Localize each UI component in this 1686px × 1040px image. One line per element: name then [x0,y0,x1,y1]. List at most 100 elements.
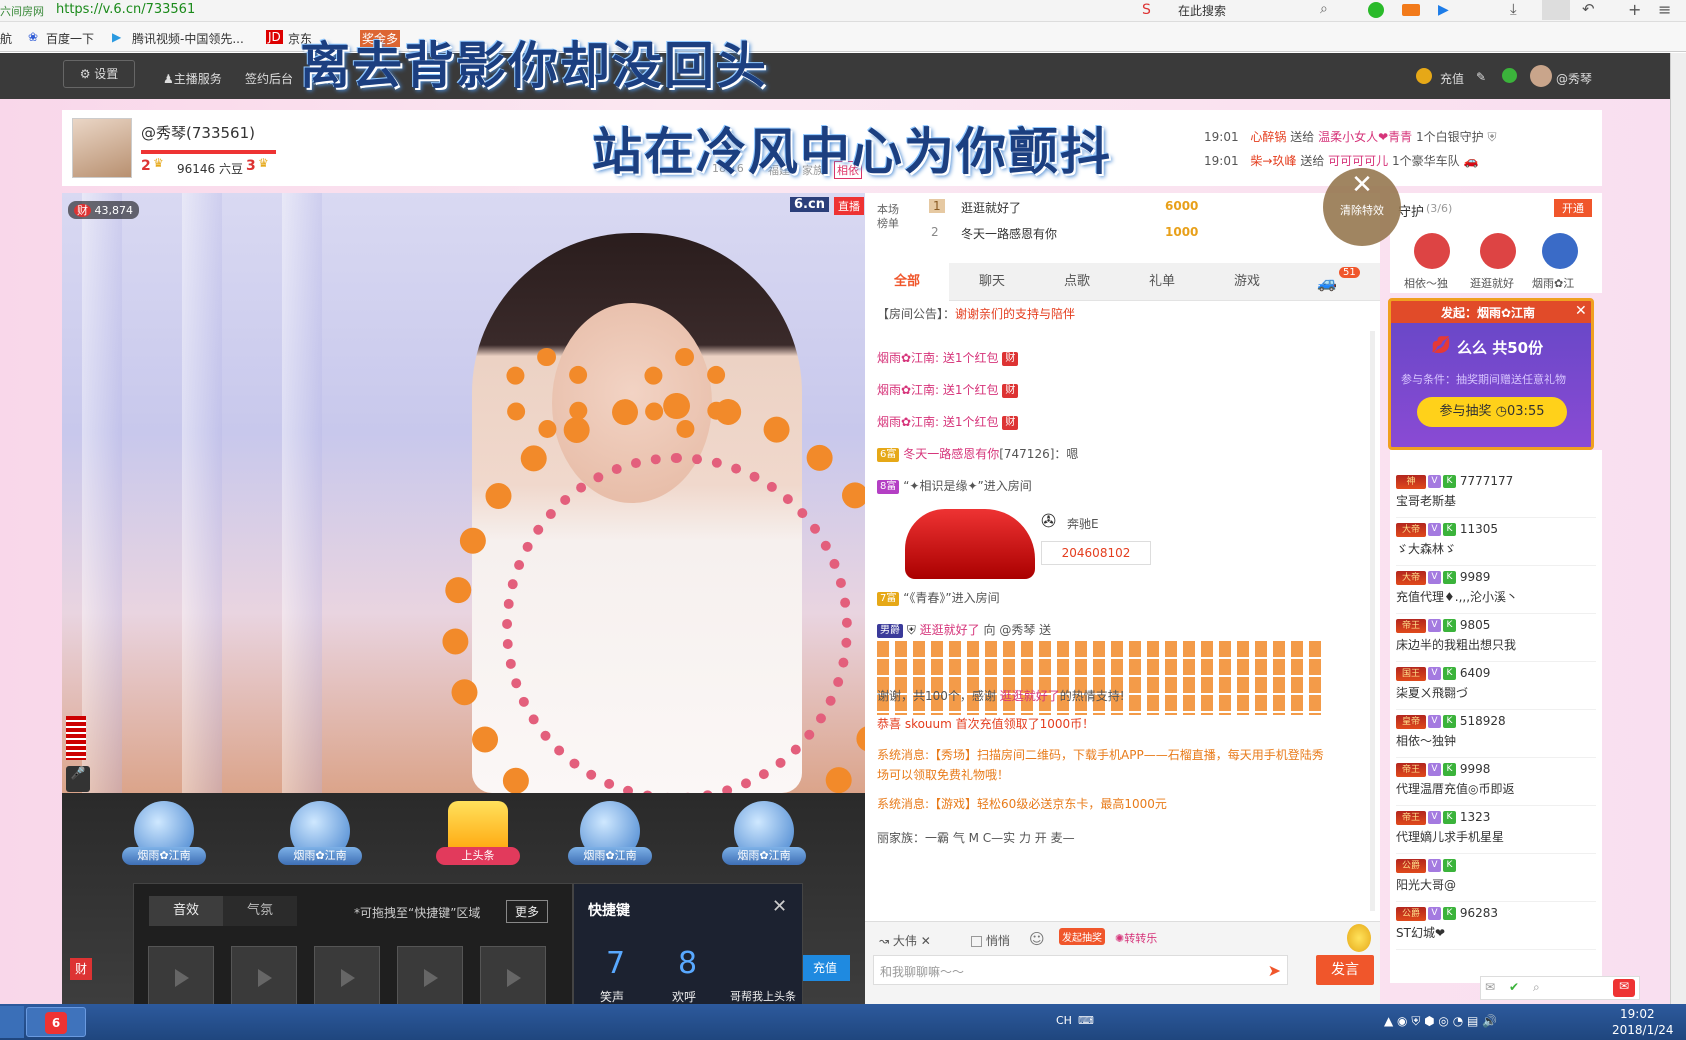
close-icon[interactable]: ✕ [921,934,931,948]
shortcut-key[interactable]: 7 [606,946,625,981]
viewer-row[interactable]: 帝王 V K 9998 代理温厝充值◎币即返 [1396,758,1596,806]
ime-icon[interactable]: ⌨ [1078,1014,1094,1027]
bookmark-item[interactable]: 腾讯视频-中国领先... [132,30,244,47]
target-user[interactable]: ↝ 大伟 ✕ [879,932,931,949]
viewer-row[interactable]: 帝王 V K 1323 代理嫡儿求手机星星 [1396,806,1596,854]
microphone-icon[interactable]: 🎤 [66,766,90,792]
viewer-row[interactable]: 皇帝 V K 518928 相依～独钟 [1396,710,1596,758]
viewer-row[interactable]: 公爵 V K 阳光大哥@ [1396,854,1596,902]
tab-chat[interactable]: 聊天 [950,263,1034,301]
gift-item[interactable]: 烟雨✿江南 [116,801,212,865]
tab-sound-effects[interactable]: 音效 [149,896,223,926]
gift-item[interactable]: 烟雨✿江南 [562,801,658,865]
viewer-row[interactable]: 神VK 7777177 宝哥老斯基 [1396,470,1596,518]
event-to[interactable]: 温柔小女人❤青青 [1318,130,1412,144]
bookmark-item[interactable]: 航 [0,30,12,47]
sound-play-button[interactable] [397,946,463,1008]
sogou-icon[interactable]: S [1142,2,1151,18]
red-packet-icon[interactable]: 财 [1002,351,1019,366]
viewer-row[interactable]: 国王 V K 6409 柒夏ㄨ飛翾づ [1396,662,1596,710]
red-packet-icon[interactable]: 财 [1002,415,1019,430]
sound-play-button[interactable] [148,946,214,1008]
cut-icon[interactable] [1542,0,1570,20]
event-from[interactable]: 柴→玖峰 [1250,154,1296,168]
sound-play-button[interactable] [231,946,297,1008]
download-icon[interactable]: ⤓ [1510,0,1517,18]
guard-avatar[interactable] [1414,233,1450,269]
recharge-link[interactable]: 充值 [1440,70,1464,87]
shortcut-key[interactable]: 8 [678,946,697,981]
join-lottery-button[interactable]: 参与抽奖 ◷03:55 [1417,397,1567,427]
check-icon[interactable]: ✔ [1509,980,1519,994]
lottery-launch-button[interactable]: 发起抽奖 [1059,928,1105,945]
input-language[interactable]: CH [1056,1014,1072,1027]
settings-button[interactable]: ⚙ 设置 [63,60,135,88]
anchor-avatar[interactable] [72,118,132,178]
headline-gift[interactable]: 上头条 [430,801,526,865]
tab-song[interactable]: 点歌 [1035,263,1119,301]
more-button[interactable]: 更多 [506,900,549,923]
rank-user[interactable]: 冬天一路感恩有你 [961,225,1057,242]
chat-input[interactable]: 和我聊聊嘛～～ ➤ [873,955,1288,985]
user-name[interactable]: @秀琴 [1556,70,1592,87]
viewer-row[interactable]: 公爵 V K 96283 ST幻城❤ [1396,902,1596,950]
close-icon[interactable]: ✕ [1575,303,1587,319]
wealth-icon[interactable]: 财 [70,958,92,980]
red-packet-icon[interactable]: 财 [1002,383,1019,398]
guard-avatar[interactable] [1542,233,1578,269]
gift-item[interactable]: 烟雨✿江南 [272,801,368,865]
rank-title[interactable]: 本场榜单 [877,203,903,231]
sound-play-button[interactable] [480,946,546,1008]
play-icon[interactable]: ▶ [1438,2,1449,18]
guard-avatar[interactable] [1480,233,1516,269]
rank-user[interactable]: 逛逛就好了 [961,199,1021,216]
message-user[interactable]: 冬天一路感恩有你 [903,447,999,461]
whisper-toggle[interactable]: 悄悄 [971,932,1010,949]
event-to[interactable]: 可可可可儿 [1328,154,1388,168]
tray-icons[interactable]: ▲ ◉ ⛨ ⬢ ◎ ◔ ▤ 🔊 [1384,1014,1497,1029]
bookmark-item[interactable]: 百度一下 [46,30,94,47]
message-icon[interactable]: ✉ [1613,979,1635,997]
checkbox[interactable] [971,936,982,947]
add-tab-icon[interactable]: + [1628,0,1641,19]
search-icon[interactable]: ⌕ [1320,1,1328,17]
live-video[interactable]: 财 43,874 6.cn 直播 [62,193,912,863]
open-guard-button[interactable]: 开通 [1554,199,1592,217]
close-icon[interactable]: ✕ [772,896,787,917]
wheel-button[interactable]: ✺转转乐 [1115,930,1157,946]
edit-icon[interactable]: ✎ [1476,70,1486,84]
url-field[interactable]: https://v.6.cn/733561 [56,2,195,17]
wechat-icon[interactable] [1368,2,1384,18]
send-plane-icon[interactable]: ➤ [1268,961,1281,980]
video-icon[interactable] [1402,4,1420,16]
start-button[interactable] [0,1006,24,1038]
tab-games[interactable]: 游戏 [1205,263,1289,301]
message-user[interactable]: 逛逛就好了 [920,623,980,637]
taskbar-app[interactable]: 6 [26,1007,86,1037]
sound-play-button[interactable] [314,946,380,1008]
gift-item[interactable]: 烟雨✿江南 [716,801,812,865]
menu-icon[interactable]: ≡ [1658,0,1671,19]
tab-all[interactable]: 全部 [865,263,949,301]
sign-backend-link[interactable]: 签约后台 [245,70,293,87]
zoom-icon[interactable]: ⌕ [1533,980,1540,995]
message-user[interactable]: 逛逛就好了 [1000,689,1060,703]
viewer-row[interactable]: 帝王 V K 9805 床边半的我粗出想只我 [1396,614,1596,662]
emoji-icon[interactable]: ☺ [1029,930,1045,948]
undo-icon[interactable]: ↶ [1582,0,1595,18]
viewer-row[interactable]: 大帝 V K 9989 充值代理♦.,,,沦小溪丶 [1396,566,1596,614]
clear-effects-button[interactable]: ✕ 清除特效 [1323,168,1401,246]
search-box[interactable]: 在此搜索 [1178,2,1226,19]
recharge-button[interactable]: 充值 [800,955,850,981]
car-icon[interactable]: 🚙 [1317,273,1337,292]
mail-icon[interactable]: ✉ [1485,980,1495,994]
event-from[interactable]: 心醉锅 [1250,130,1286,144]
anchor-service-link[interactable]: ♟主播服务 [163,70,222,87]
egg-icon[interactable] [1347,924,1371,952]
send-button[interactable]: 发言 [1316,955,1374,985]
tab-atmosphere[interactable]: 气氛 [223,896,297,926]
chat-scrollbar[interactable] [1370,331,1375,911]
user-avatar[interactable] [1530,65,1552,87]
page-scrollbar[interactable] [1670,53,1686,1004]
viewer-row[interactable]: 大帝 V K 11305 ゞ大森林ゞ [1396,518,1596,566]
